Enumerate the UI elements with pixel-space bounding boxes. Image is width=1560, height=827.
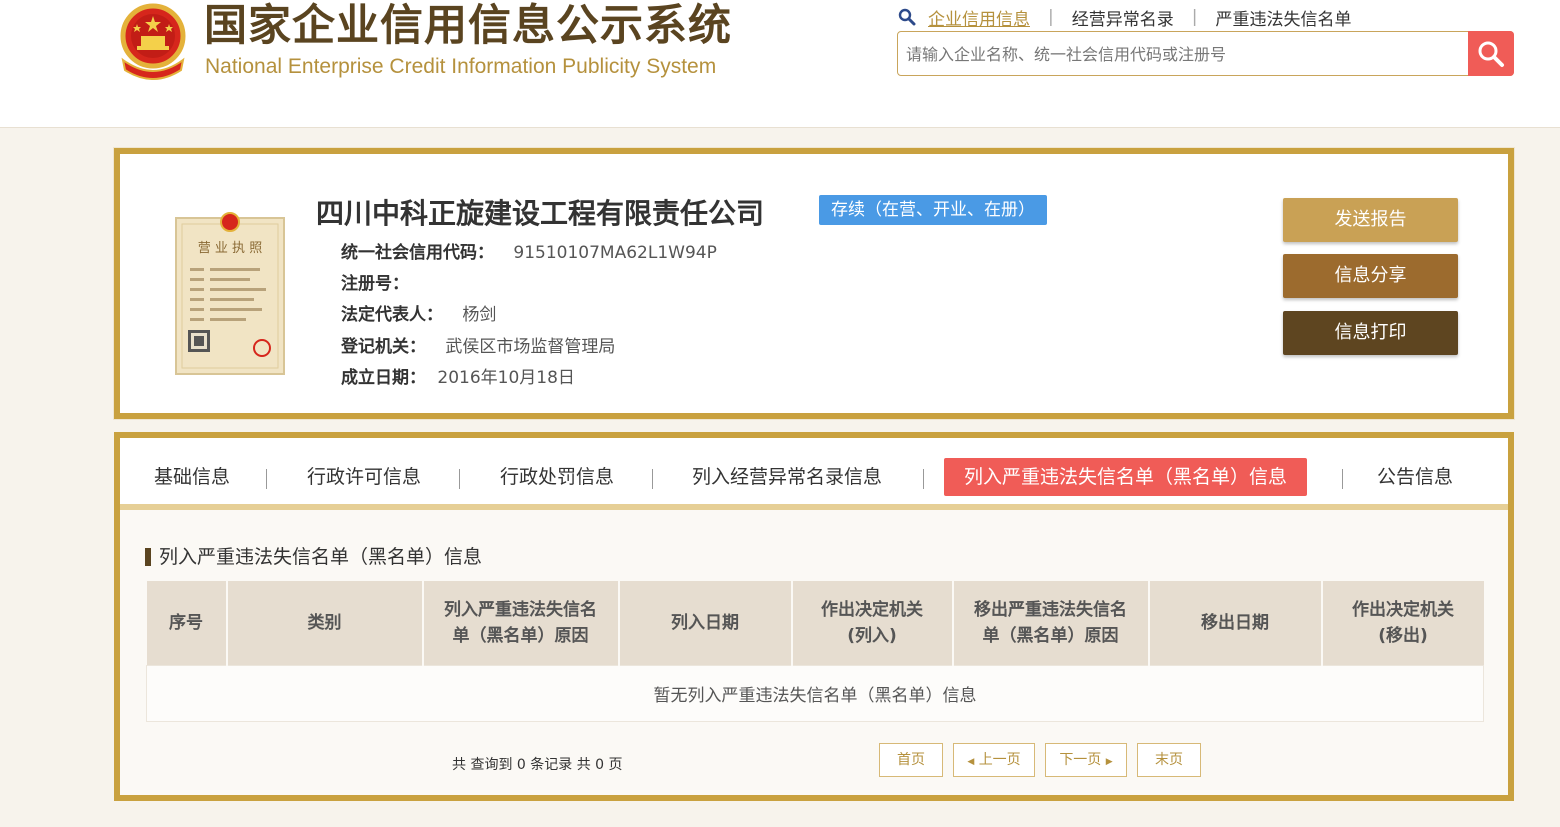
prev-page-label: 上一页: [978, 752, 1021, 768]
info-row-established: 成立日期： 2016年10月18日: [341, 366, 575, 390]
first-page-button[interactable]: 首页: [879, 743, 943, 777]
tab-separator: [1342, 469, 1343, 489]
last-page-button[interactable]: 末页: [1137, 743, 1201, 777]
send-report-button[interactable]: 发送报告: [1283, 198, 1458, 242]
info-row-legal-rep: 法定代表人： 杨剑: [341, 303, 496, 327]
site-header: 国家企业信用信息公示系统 National Enterprise Credit …: [0, 0, 1560, 128]
column-header: 作出决定机关 (列入): [791, 581, 954, 665]
column-header: 列入日期: [618, 581, 793, 665]
tab-separator: [923, 469, 924, 489]
field-value: 91510107MA62L1W94P: [513, 243, 717, 263]
tab-admin-penalty[interactable]: 行政处罚信息: [500, 458, 614, 496]
tab-separator: [652, 469, 653, 489]
column-header: 类别: [226, 581, 424, 665]
detail-panel: 基础信息 行政许可信息 行政处罚信息 列入经营异常名录信息 列入严重违法失信名单…: [114, 432, 1514, 801]
search-button[interactable]: [1468, 31, 1514, 76]
tab-blacklist[interactable]: 列入严重违法失信名单（黑名单）信息: [944, 458, 1308, 496]
tab-basic-info[interactable]: 基础信息: [154, 458, 230, 496]
table-header-row: 序号 类别 列入严重违法失信名 单（黑名单）原因 列入日期 作出决定机关 (列入) …: [146, 581, 1484, 665]
next-page-button[interactable]: 下一页 ▶: [1045, 743, 1127, 777]
company-card: 营 业 执 照 四川中科正旋建设工程有限责任公司 存续（在营、开业、在册） 统一…: [114, 148, 1514, 419]
pager-summary: 共 查询到 0 条记录 共 0 页: [452, 757, 623, 773]
business-license-icon: 营 业 执 照: [175, 212, 285, 375]
nav-link-enterprise-credit[interactable]: 企业信用信息: [928, 5, 1030, 30]
blacklist-table: 序号 类别 列入严重违法失信名 单（黑名单）原因 列入日期 作出决定机关 (列入) …: [146, 581, 1484, 722]
site-subtitle: National Enterprise Credit Information P…: [205, 55, 717, 78]
empty-message: 暂无列入严重违法失信名单（黑名单）信息: [146, 664, 1484, 722]
tab-abnormal-list[interactable]: 列入经营异常名录信息: [692, 458, 882, 496]
column-header: 列入严重违法失信名 单（黑名单）原因: [422, 581, 620, 665]
tab-separator: [459, 469, 460, 489]
field-value: 杨剑: [462, 305, 497, 325]
info-row-credit-code: 统一社会信用代码： 91510107MA62L1W94P: [341, 241, 717, 265]
search-icon: [898, 8, 916, 26]
company-name: 四川中科正旋建设工程有限责任公司: [316, 197, 765, 230]
site-title: 国家企业信用信息公示系统: [204, 1, 732, 51]
nav-link-blacklist[interactable]: 严重违法失信名单: [1215, 5, 1351, 30]
nav-link-abnormal-list[interactable]: 经营异常名录: [1072, 5, 1174, 30]
national-emblem-logo: [120, 3, 186, 80]
field-label: 登记机关：: [341, 337, 426, 357]
tab-admin-license[interactable]: 行政许可信息: [307, 458, 421, 496]
field-value: 武侯区市场监督管理局: [445, 337, 616, 357]
license-title: 营 业 执 照: [198, 241, 262, 256]
prev-page-button[interactable]: ◀ 上一页: [953, 743, 1035, 777]
search-input[interactable]: [906, 40, 1456, 68]
chevron-left-icon: ◀: [967, 757, 975, 767]
next-page-label: 下一页: [1059, 752, 1102, 768]
print-button[interactable]: 信息打印: [1283, 311, 1458, 355]
status-badge: 存续（在营、开业、在册）: [819, 195, 1047, 225]
field-label: 注册号：: [341, 274, 409, 294]
field-value: 2016年10月18日: [437, 368, 575, 388]
top-nav: 企业信用信息 | 经营异常名录 | 严重违法失信名单: [898, 5, 1351, 30]
field-label: 统一社会信用代码：: [341, 243, 494, 263]
column-header: 作出决定机关 (移出): [1321, 581, 1484, 665]
column-header: 移出严重违法失信名 单（黑名单）原因: [952, 581, 1150, 665]
field-label: 法定代表人：: [341, 305, 443, 325]
column-header: 移出日期: [1148, 581, 1323, 665]
section-title: 列入严重违法失信名单（黑名单）信息: [145, 544, 482, 570]
info-row-reg-no: 注册号：: [341, 272, 409, 296]
table-row: 暂无列入严重违法失信名单（黑名单）信息: [146, 664, 1484, 722]
field-label: 成立日期：: [341, 368, 426, 388]
tab-bar: 基础信息 行政许可信息 行政处罚信息 列入经营异常名录信息 列入严重违法失信名单…: [120, 438, 1508, 510]
info-row-authority: 登记机关： 武侯区市场监督管理局: [341, 335, 615, 359]
magnifier-icon: [1478, 41, 1504, 67]
share-button[interactable]: 信息分享: [1283, 254, 1458, 298]
nav-separator: |: [1191, 7, 1198, 27]
column-header: 序号: [146, 581, 228, 665]
chevron-right-icon: ▶: [1105, 757, 1113, 767]
search-bar: [897, 31, 1514, 76]
tab-announcements[interactable]: 公告信息: [1377, 458, 1453, 496]
tab-separator: [266, 469, 267, 489]
nav-separator: |: [1048, 7, 1054, 27]
